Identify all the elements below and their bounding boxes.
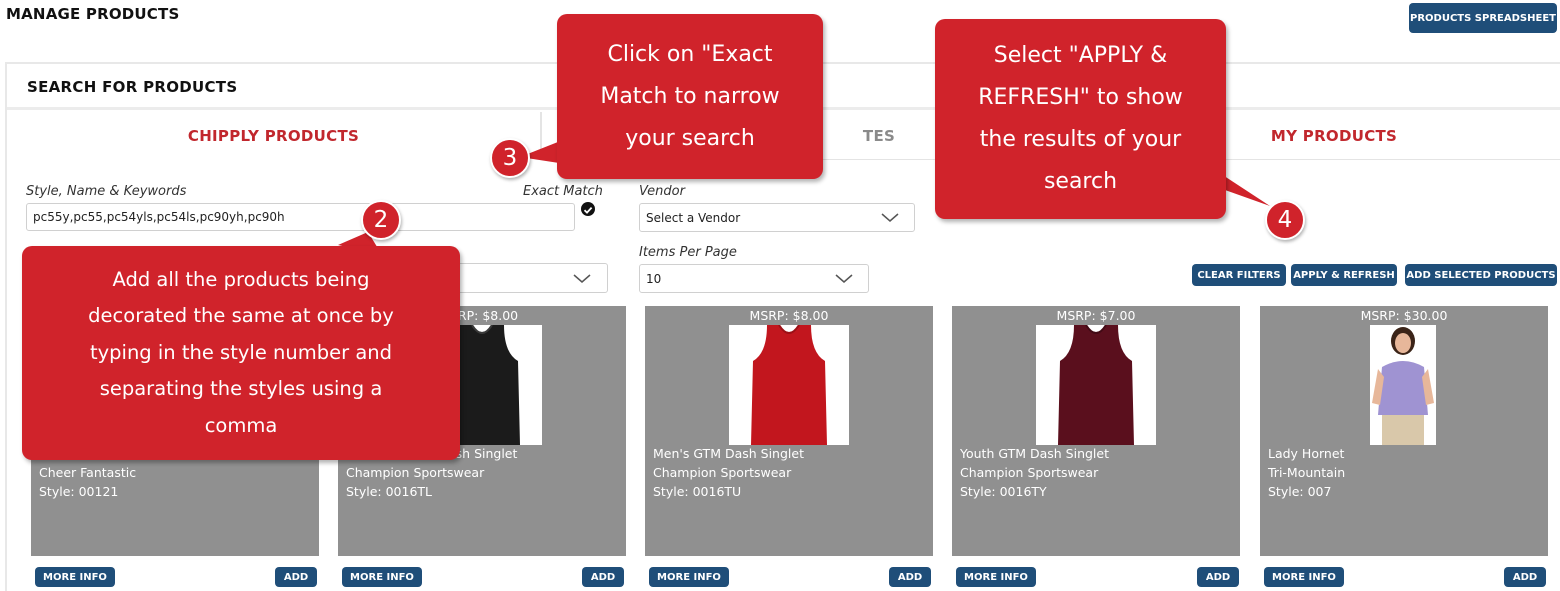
products-spreadsheet-button[interactable]: PRODUCTS SPREADSHEET bbox=[1409, 3, 1557, 33]
tab-chipply-products[interactable]: CHIPPLY PRODUCTS bbox=[7, 112, 542, 160]
product-card[interactable]: MSRP: $7.00 Youth GTM Dash Singlet Champ… bbox=[952, 306, 1240, 556]
add-selected-products-button[interactable]: ADD SELECTED PRODUCTS bbox=[1405, 264, 1557, 286]
add-button[interactable]: ADD bbox=[889, 567, 931, 587]
product-card[interactable]: MSRP: $8.00 Men's GTM Dash Singlet Champ… bbox=[645, 306, 933, 556]
product-image bbox=[1036, 325, 1156, 445]
more-info-button[interactable]: MORE INFO bbox=[342, 567, 422, 587]
product-name: Men's GTM Dash Singlet bbox=[653, 446, 804, 461]
callout-line: separating the styles using a bbox=[99, 377, 383, 401]
exact-match-checkbox-icon[interactable] bbox=[581, 202, 595, 216]
step-4-badge: 4 bbox=[1265, 200, 1305, 240]
chevron-down-icon bbox=[835, 274, 853, 283]
callout-line: the results of your bbox=[979, 127, 1182, 152]
vendor-select[interactable]: Select a Vendor bbox=[639, 203, 915, 232]
clear-filters-button[interactable]: CLEAR FILTERS bbox=[1192, 264, 1286, 286]
product-name: Youth GTM Dash Singlet bbox=[960, 446, 1109, 461]
items-per-page-select[interactable]: 10 bbox=[639, 264, 869, 293]
tab-favorites-label: TES bbox=[862, 126, 896, 145]
step-3-badge: 3 bbox=[490, 138, 530, 178]
chevron-down-icon bbox=[881, 213, 899, 222]
product-style: Style: 0016TU bbox=[653, 484, 742, 499]
product-msrp: MSRP: $8.00 bbox=[749, 308, 829, 323]
product-style: Style: 007 bbox=[1268, 484, 1332, 499]
add-button[interactable]: ADD bbox=[1504, 567, 1546, 587]
callout-step-4: Select "APPLY & REFRESH" to show the res… bbox=[935, 19, 1226, 219]
product-msrp: MSRP: $30.00 bbox=[1360, 308, 1448, 323]
product-card[interactable]: MSRP: $30.00 Lady Hornet Tri-Mountain St… bbox=[1260, 306, 1548, 556]
items-per-page-value: 10 bbox=[646, 271, 662, 286]
apply-refresh-button[interactable]: APPLY & REFRESH bbox=[1291, 264, 1397, 286]
product-style: Style: 00121 bbox=[39, 484, 119, 499]
product-style: Style: 0016TY bbox=[960, 484, 1047, 499]
chevron-down-icon bbox=[573, 274, 591, 283]
add-button[interactable]: ADD bbox=[582, 567, 624, 587]
product-vendor: Champion Sportswear bbox=[653, 465, 792, 480]
callout-line: comma bbox=[204, 413, 278, 437]
callout-line: typing in the style number and bbox=[89, 340, 393, 364]
product-image bbox=[1370, 325, 1436, 445]
callout-step-2: Add all the products being decorated the… bbox=[22, 246, 460, 460]
add-button[interactable]: ADD bbox=[275, 567, 317, 587]
keywords-label: Style, Name & Keywords bbox=[26, 184, 187, 199]
step-2-badge: 2 bbox=[361, 200, 401, 240]
callout-line: decorated the same at once by bbox=[88, 304, 394, 328]
vendor-select-value: Select a Vendor bbox=[646, 210, 741, 225]
product-style: Style: 0016TL bbox=[346, 484, 432, 499]
more-info-button[interactable]: MORE INFO bbox=[956, 567, 1036, 587]
exact-match-label: Exact Match bbox=[523, 184, 603, 199]
product-vendor: Champion Sportswear bbox=[346, 465, 485, 480]
callout-step-3: Click on "Exact Match to narrow your sea… bbox=[557, 14, 823, 179]
keywords-input[interactable]: pc55y,pc55,pc54yls,pc54ls,pc90yh,pc90h bbox=[26, 203, 575, 231]
product-vendor: Champion Sportswear bbox=[960, 465, 1099, 480]
callout-line: Add all the products being bbox=[112, 267, 370, 291]
callout-line: Click on "Exact bbox=[607, 41, 773, 67]
product-name: Lady Hornet bbox=[1268, 446, 1345, 461]
product-vendor: Tri-Mountain bbox=[1268, 465, 1346, 480]
callout-line: REFRESH" to show bbox=[978, 85, 1183, 110]
callout-line: search bbox=[1043, 169, 1118, 194]
callout-line: Match to narrow bbox=[600, 83, 780, 109]
search-panel-title: SEARCH FOR PRODUCTS bbox=[27, 78, 238, 96]
items-per-page-label: Items Per Page bbox=[639, 245, 737, 260]
page-title: MANAGE PRODUCTS bbox=[6, 5, 180, 23]
more-info-button[interactable]: MORE INFO bbox=[1264, 567, 1344, 587]
product-msrp: MSRP: $7.00 bbox=[1056, 308, 1136, 323]
callout-line: Select "APPLY & bbox=[993, 43, 1168, 68]
add-button[interactable]: ADD bbox=[1197, 567, 1239, 587]
product-image bbox=[729, 325, 849, 445]
vendor-label: Vendor bbox=[639, 184, 685, 199]
more-info-button[interactable]: MORE INFO bbox=[649, 567, 729, 587]
callout-line: your search bbox=[625, 125, 755, 151]
product-vendor: Cheer Fantastic bbox=[39, 465, 137, 480]
more-info-button[interactable]: MORE INFO bbox=[35, 567, 115, 587]
